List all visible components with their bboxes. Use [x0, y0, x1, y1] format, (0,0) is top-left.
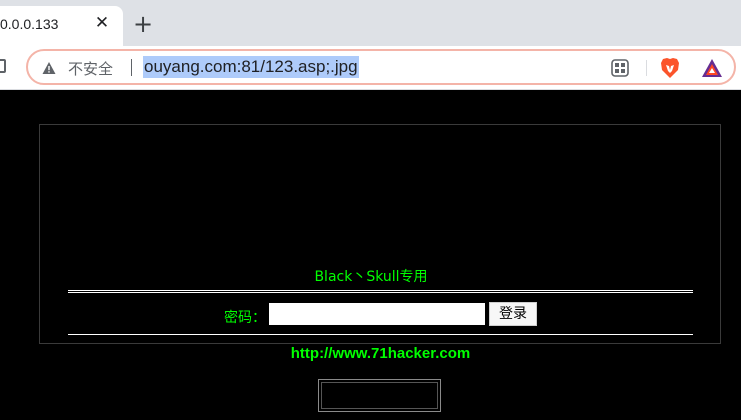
new-tab-button[interactable]: + — [131, 12, 155, 37]
password-input[interactable] — [269, 303, 485, 325]
address-bar[interactable]: 不安全 ouyang.com:81/123.asp;.jpg — [26, 49, 736, 85]
active-tab[interactable]: 0.0.0.133 ✕ — [0, 6, 123, 46]
sidebar-icon[interactable] — [0, 59, 6, 73]
warning-icon[interactable] — [42, 61, 56, 75]
url-text[interactable]: ouyang.com:81/123.asp;.jpg — [143, 56, 359, 78]
qr-code-icon[interactable] — [611, 59, 629, 77]
tab-title: 0.0.0.133 — [0, 16, 59, 32]
login-button[interactable]: 登录 — [489, 302, 537, 326]
omnibox-divider — [646, 60, 647, 76]
browser-toolbar: 不安全 ouyang.com:81/123.asp;.jpg — [0, 46, 741, 90]
top-divider — [68, 290, 693, 293]
bottom-divider — [68, 334, 693, 336]
close-tab-icon[interactable]: ✕ — [93, 14, 111, 32]
bat-rewards-icon[interactable] — [701, 58, 723, 78]
password-label: 密码： — [224, 310, 266, 326]
security-label[interactable]: 不安全 — [68, 58, 113, 79]
tab-strip: 0.0.0.133 ✕ + — [0, 0, 741, 46]
brave-lion-icon[interactable] — [660, 57, 680, 79]
site-link[interactable]: http://www.71hacker.com — [0, 345, 741, 362]
security-divider — [131, 59, 132, 76]
page-heading: Black丶Skull专用 — [314, 269, 428, 285]
image-placeholder — [318, 379, 441, 412]
